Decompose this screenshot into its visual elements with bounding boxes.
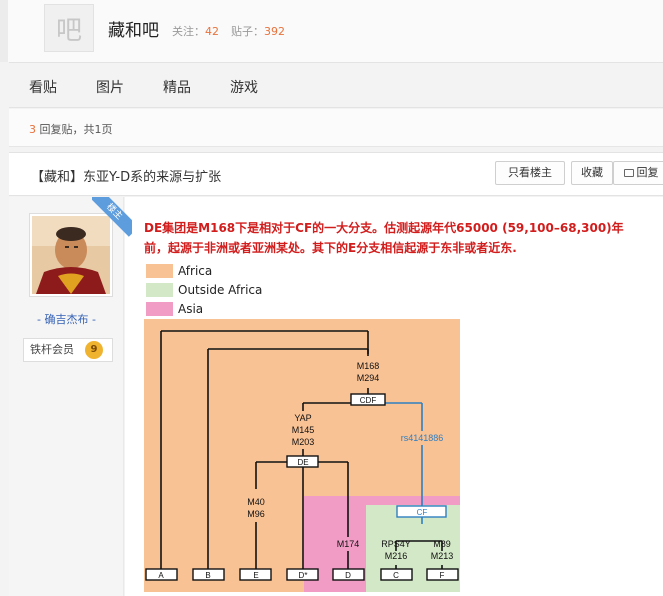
tab-featured[interactable]: 精品 bbox=[163, 77, 191, 97]
legend-swatch-outside bbox=[146, 283, 173, 297]
marker-m145: M145 bbox=[292, 425, 315, 435]
forum-logo[interactable]: 吧 bbox=[44, 4, 94, 52]
member-badge-label: 铁杆会员 bbox=[30, 343, 74, 356]
thread-title-bar: 【藏和】东亚Y-D系的来源与扩张 只看楼主 收藏 回复 bbox=[9, 152, 663, 196]
marker-m203: M203 bbox=[292, 437, 315, 447]
leaf-e: E bbox=[253, 571, 258, 580]
post-text: DE集团是M168下是相对于CF的一大分支。估测起源年代65000 (59,10… bbox=[144, 221, 624, 255]
author-panel: - 确吉杰布 - 铁杆会员 9 bbox=[9, 197, 124, 596]
leaf-a: A bbox=[158, 571, 164, 580]
favorite-button[interactable]: 收藏 bbox=[571, 161, 613, 185]
marker-yap: YAP bbox=[294, 413, 311, 423]
marker-m294: M294 bbox=[357, 373, 380, 383]
marker-m89: M89 bbox=[433, 539, 451, 549]
only-op-button[interactable]: 只看楼主 bbox=[495, 161, 565, 185]
reply-count: 3 bbox=[29, 123, 36, 136]
legend-label-africa: Africa bbox=[178, 264, 213, 278]
pager-bar: 3 回复贴，共1页 bbox=[9, 109, 663, 147]
marker-m216: M216 bbox=[385, 551, 408, 561]
marker-m213: M213 bbox=[431, 551, 454, 561]
leaf-dstar: D* bbox=[299, 571, 308, 580]
thread-title: 【藏和】东亚Y-D系的来源与扩张 bbox=[31, 170, 222, 185]
leaf-d: D bbox=[345, 571, 351, 580]
member-badge[interactable]: 铁杆会员 9 bbox=[23, 338, 113, 362]
author-name[interactable]: - 确吉杰布 - bbox=[9, 311, 124, 327]
de-label: DE bbox=[297, 458, 308, 467]
op-ribbon-label: 楼主 bbox=[92, 197, 132, 237]
phylogenetic-tree: CDF DE CF M168 M294 YAP M145 M203 M40 M9… bbox=[144, 319, 460, 592]
level-icon: 9 bbox=[85, 341, 103, 359]
op-ribbon: 楼主 bbox=[92, 197, 132, 237]
leaf-f: F bbox=[440, 571, 445, 580]
marker-m168: M168 bbox=[357, 361, 380, 371]
posts-label: 贴子： bbox=[231, 25, 264, 38]
legend-swatch-africa bbox=[146, 264, 173, 278]
reply-button-label: 回复 bbox=[636, 166, 659, 179]
forum-header: 吧 藏和吧 关注：42 贴子：392 bbox=[0, 0, 663, 62]
legend-swatch-asia bbox=[146, 302, 173, 316]
marker-m40: M40 bbox=[247, 497, 265, 507]
marker-rs4141886: rs4141886 bbox=[401, 433, 444, 443]
reply-suffix: 回复贴，共1页 bbox=[36, 123, 113, 136]
reply-button[interactable]: 回复 bbox=[613, 161, 663, 185]
tab-games[interactable]: 游戏 bbox=[230, 77, 258, 97]
cf-label: CF bbox=[417, 508, 428, 517]
marker-m96: M96 bbox=[247, 509, 265, 519]
forum-stats: 关注：42 贴子：392 bbox=[172, 23, 285, 39]
follow-label: 关注： bbox=[172, 25, 205, 38]
tab-images[interactable]: 图片 bbox=[96, 77, 124, 97]
follow-count: 42 bbox=[205, 25, 219, 38]
marker-rps4y: RPS4Y bbox=[381, 539, 411, 549]
forum-name[interactable]: 藏和吧 bbox=[108, 16, 159, 41]
legend-label-outside: Outside Africa bbox=[178, 283, 263, 297]
leaf-b: B bbox=[205, 571, 210, 580]
legend-label-asia: Asia bbox=[178, 302, 204, 316]
reply-icon bbox=[623, 169, 634, 177]
posts-count: 392 bbox=[264, 25, 285, 38]
reply-summary: 3 回复贴，共1页 bbox=[29, 121, 113, 137]
leaf-c: C bbox=[393, 571, 399, 580]
cdf-label: CDF bbox=[360, 396, 377, 405]
tab-posts[interactable]: 看贴 bbox=[29, 77, 57, 97]
forum-nav: 看贴 图片 精品 游戏 bbox=[9, 62, 663, 108]
marker-m174: M174 bbox=[337, 539, 360, 549]
haplogroup-figure: Africa Outside Africa Asia CDF DE CF M16… bbox=[144, 261, 462, 592]
